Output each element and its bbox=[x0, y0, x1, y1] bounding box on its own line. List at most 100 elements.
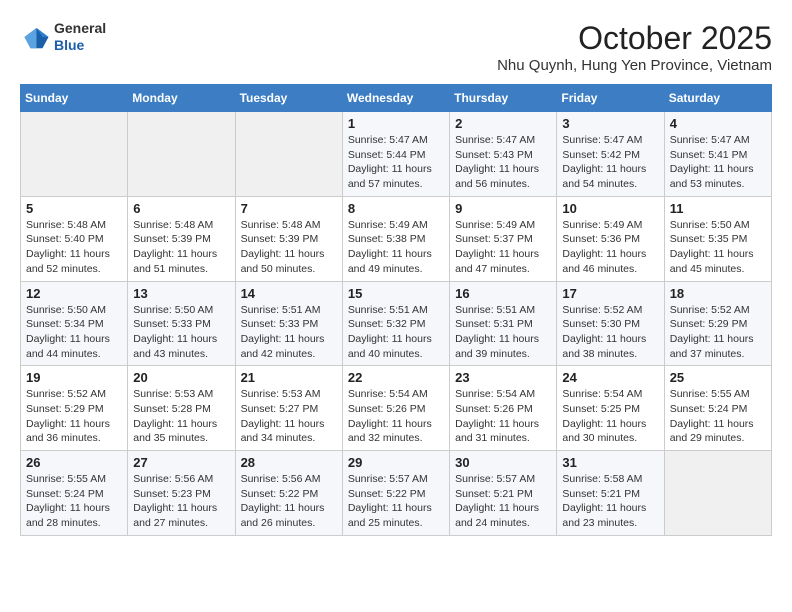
day-info: Sunrise: 5:47 AM Sunset: 5:42 PM Dayligh… bbox=[562, 133, 658, 192]
calendar-cell: 23 Sunrise: 5:54 AM Sunset: 5:26 PM Dayli… bbox=[450, 366, 557, 451]
day-number: 22 bbox=[348, 370, 444, 385]
day-number: 19 bbox=[26, 370, 122, 385]
day-number: 9 bbox=[455, 201, 551, 216]
calendar-cell: 1Sunrise: 5:47 AM Sunset: 5:44 PM Daylig… bbox=[342, 112, 449, 197]
day-info: Sunrise: 5:51 AM Sunset: 5:31 PM Dayligh… bbox=[455, 303, 551, 362]
calendar-cell: 12 Sunrise: 5:50 AM Sunset: 5:34 PM Dayli… bbox=[21, 281, 128, 366]
day-number: 7 bbox=[241, 201, 337, 216]
weekday-header: Sunday bbox=[21, 85, 128, 112]
day-info: Sunrise: 5:54 AM Sunset: 5:26 PM Dayligh… bbox=[348, 387, 444, 446]
calendar-week-row: 1Sunrise: 5:47 AM Sunset: 5:44 PM Daylig… bbox=[21, 112, 772, 197]
day-info: Sunrise: 5:47 AM Sunset: 5:41 PM Dayligh… bbox=[670, 133, 766, 192]
calendar-cell: 21 Sunrise: 5:53 AM Sunset: 5:27 PM Dayli… bbox=[235, 366, 342, 451]
day-info: Sunrise: 5:47 AM Sunset: 5:43 PM Dayligh… bbox=[455, 133, 551, 192]
day-info: Sunrise: 5:50 AM Sunset: 5:35 PM Dayligh… bbox=[670, 218, 766, 277]
calendar-cell: 2 Sunrise: 5:47 AM Sunset: 5:43 PM Daylig… bbox=[450, 112, 557, 197]
weekday-header: Monday bbox=[128, 85, 235, 112]
day-number: 27 bbox=[133, 455, 229, 470]
day-number: 30 bbox=[455, 455, 551, 470]
day-number: 10 bbox=[562, 201, 658, 216]
day-info: Sunrise: 5:47 AM Sunset: 5:44 PM Dayligh… bbox=[348, 133, 444, 192]
weekday-header: Wednesday bbox=[342, 85, 449, 112]
calendar-cell: 10 Sunrise: 5:49 AM Sunset: 5:36 PM Dayli… bbox=[557, 196, 664, 281]
weekday-header: Friday bbox=[557, 85, 664, 112]
calendar-cell: 22 Sunrise: 5:54 AM Sunset: 5:26 PM Dayli… bbox=[342, 366, 449, 451]
calendar-cell: 14Sunrise: 5:51 AM Sunset: 5:33 PM Dayli… bbox=[235, 281, 342, 366]
calendar-cell: 31Sunrise: 5:58 AM Sunset: 5:21 PM Dayli… bbox=[557, 451, 664, 536]
day-info: Sunrise: 5:49 AM Sunset: 5:36 PM Dayligh… bbox=[562, 218, 658, 277]
day-info: Sunrise: 5:54 AM Sunset: 5:25 PM Dayligh… bbox=[562, 387, 658, 446]
calendar-cell: 9 Sunrise: 5:49 AM Sunset: 5:37 PM Daylig… bbox=[450, 196, 557, 281]
calendar-cell: 30 Sunrise: 5:57 AM Sunset: 5:21 PM Dayli… bbox=[450, 451, 557, 536]
calendar-cell: 16 Sunrise: 5:51 AM Sunset: 5:31 PM Dayli… bbox=[450, 281, 557, 366]
day-number: 26 bbox=[26, 455, 122, 470]
day-number: 11 bbox=[670, 201, 766, 216]
day-info: Sunrise: 5:52 AM Sunset: 5:30 PM Dayligh… bbox=[562, 303, 658, 362]
day-info: Sunrise: 5:53 AM Sunset: 5:27 PM Dayligh… bbox=[241, 387, 337, 446]
day-info: Sunrise: 5:48 AM Sunset: 5:39 PM Dayligh… bbox=[241, 218, 337, 277]
day-info: Sunrise: 5:55 AM Sunset: 5:24 PM Dayligh… bbox=[670, 387, 766, 446]
day-info: Sunrise: 5:54 AM Sunset: 5:26 PM Dayligh… bbox=[455, 387, 551, 446]
day-number: 3 bbox=[562, 116, 658, 131]
calendar-cell: 3 Sunrise: 5:47 AM Sunset: 5:42 PM Daylig… bbox=[557, 112, 664, 197]
calendar-cell bbox=[235, 112, 342, 197]
calendar-cell: 8 Sunrise: 5:49 AM Sunset: 5:38 PM Daylig… bbox=[342, 196, 449, 281]
title-block: October 2025 Nhu Quynh, Hung Yen Provinc… bbox=[497, 20, 772, 74]
calendar-cell: 28Sunrise: 5:56 AM Sunset: 5:22 PM Dayli… bbox=[235, 451, 342, 536]
day-info: Sunrise: 5:52 AM Sunset: 5:29 PM Dayligh… bbox=[26, 387, 122, 446]
calendar-cell: 6Sunrise: 5:48 AM Sunset: 5:39 PM Daylig… bbox=[128, 196, 235, 281]
day-info: Sunrise: 5:57 AM Sunset: 5:21 PM Dayligh… bbox=[455, 472, 551, 531]
day-number: 31 bbox=[562, 455, 658, 470]
weekday-header: Saturday bbox=[664, 85, 771, 112]
calendar-cell: 7 Sunrise: 5:48 AM Sunset: 5:39 PM Daylig… bbox=[235, 196, 342, 281]
day-number: 12 bbox=[26, 286, 122, 301]
day-number: 4 bbox=[670, 116, 766, 131]
calendar-cell: 17 Sunrise: 5:52 AM Sunset: 5:30 PM Dayli… bbox=[557, 281, 664, 366]
weekday-header: Thursday bbox=[450, 85, 557, 112]
day-info: Sunrise: 5:49 AM Sunset: 5:37 PM Dayligh… bbox=[455, 218, 551, 277]
weekday-row: SundayMondayTuesdayWednesdayThursdayFrid… bbox=[21, 85, 772, 112]
day-info: Sunrise: 5:51 AM Sunset: 5:33 PM Dayligh… bbox=[241, 303, 337, 362]
calendar-week-row: 12 Sunrise: 5:50 AM Sunset: 5:34 PM Dayli… bbox=[21, 281, 772, 366]
calendar-header: SundayMondayTuesdayWednesdayThursdayFrid… bbox=[21, 85, 772, 112]
day-number: 2 bbox=[455, 116, 551, 131]
calendar-cell: 25 Sunrise: 5:55 AM Sunset: 5:24 PM Dayli… bbox=[664, 366, 771, 451]
day-number: 29 bbox=[348, 455, 444, 470]
month-title: October 2025 bbox=[497, 20, 772, 57]
calendar-cell bbox=[664, 451, 771, 536]
day-number: 24 bbox=[562, 370, 658, 385]
day-number: 15 bbox=[348, 286, 444, 301]
calendar-cell: 24 Sunrise: 5:54 AM Sunset: 5:25 PM Dayli… bbox=[557, 366, 664, 451]
page-header: General Blue October 2025 Nhu Quynh, Hun… bbox=[20, 20, 772, 74]
day-number: 18 bbox=[670, 286, 766, 301]
calendar-cell: 29Sunrise: 5:57 AM Sunset: 5:22 PM Dayli… bbox=[342, 451, 449, 536]
day-number: 6 bbox=[133, 201, 229, 216]
calendar-cell bbox=[128, 112, 235, 197]
day-number: 16 bbox=[455, 286, 551, 301]
day-number: 20 bbox=[133, 370, 229, 385]
calendar-cell: 5 Sunrise: 5:48 AM Sunset: 5:40 PM Daylig… bbox=[21, 196, 128, 281]
calendar-cell: 11 Sunrise: 5:50 AM Sunset: 5:35 PM Dayli… bbox=[664, 196, 771, 281]
calendar-week-row: 26 Sunrise: 5:55 AM Sunset: 5:24 PM Dayli… bbox=[21, 451, 772, 536]
day-number: 23 bbox=[455, 370, 551, 385]
logo: General Blue bbox=[20, 20, 106, 54]
day-number: 28 bbox=[241, 455, 337, 470]
day-number: 21 bbox=[241, 370, 337, 385]
day-info: Sunrise: 5:49 AM Sunset: 5:38 PM Dayligh… bbox=[348, 218, 444, 277]
day-info: Sunrise: 5:55 AM Sunset: 5:24 PM Dayligh… bbox=[26, 472, 122, 531]
logo-icon bbox=[20, 22, 50, 52]
day-info: Sunrise: 5:48 AM Sunset: 5:40 PM Dayligh… bbox=[26, 218, 122, 277]
calendar-cell: 27 Sunrise: 5:56 AM Sunset: 5:23 PM Dayli… bbox=[128, 451, 235, 536]
day-number: 25 bbox=[670, 370, 766, 385]
day-info: Sunrise: 5:52 AM Sunset: 5:29 PM Dayligh… bbox=[670, 303, 766, 362]
calendar-cell: 20 Sunrise: 5:53 AM Sunset: 5:28 PM Dayli… bbox=[128, 366, 235, 451]
weekday-header: Tuesday bbox=[235, 85, 342, 112]
day-info: Sunrise: 5:56 AM Sunset: 5:23 PM Dayligh… bbox=[133, 472, 229, 531]
day-info: Sunrise: 5:53 AM Sunset: 5:28 PM Dayligh… bbox=[133, 387, 229, 446]
day-number: 5 bbox=[26, 201, 122, 216]
day-info: Sunrise: 5:50 AM Sunset: 5:34 PM Dayligh… bbox=[26, 303, 122, 362]
day-number: 13 bbox=[133, 286, 229, 301]
day-number: 17 bbox=[562, 286, 658, 301]
day-info: Sunrise: 5:50 AM Sunset: 5:33 PM Dayligh… bbox=[133, 303, 229, 362]
day-number: 8 bbox=[348, 201, 444, 216]
